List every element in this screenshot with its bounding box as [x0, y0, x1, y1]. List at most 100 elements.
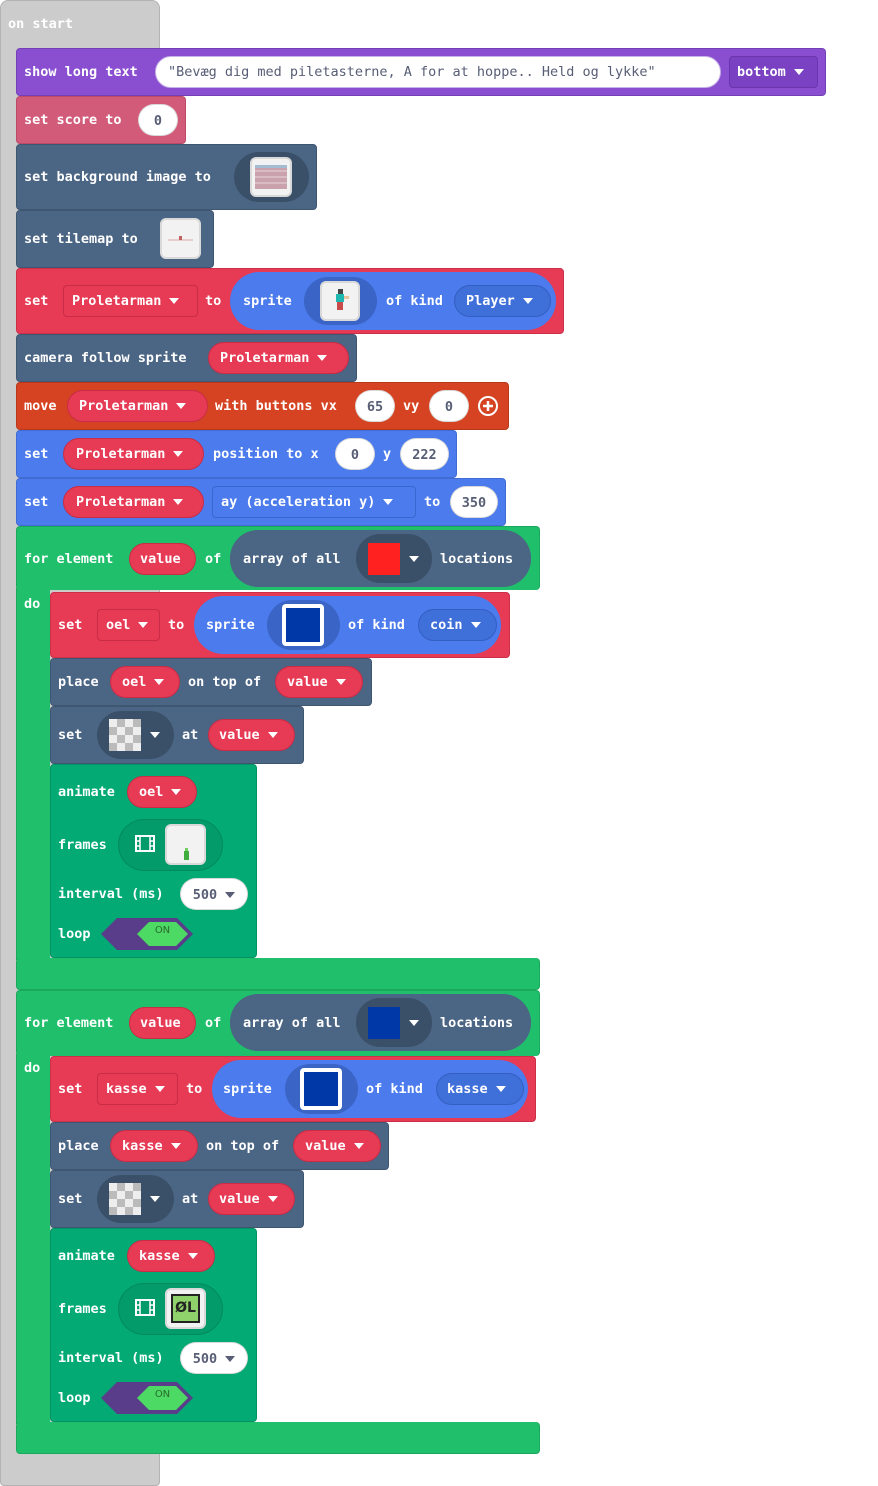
position-to-label: position to x: [213, 446, 319, 462]
dropdown-caret-icon: [225, 892, 236, 898]
text-position-value: bottom: [737, 64, 786, 80]
loop-1-arm: [16, 588, 50, 960]
plus-glyph-icon: [483, 401, 493, 411]
loop-2-arm: [16, 1054, 50, 1424]
position-y-label: y: [383, 446, 392, 462]
vx-input[interactable]: 65: [355, 390, 395, 422]
dropdown-caret-icon: [138, 622, 149, 628]
set-score-label: set score to: [24, 112, 122, 128]
loop-label-2: loop: [58, 1390, 91, 1406]
accel-property-value: ay (acceleration y): [221, 494, 376, 510]
move-label: move: [24, 398, 57, 414]
dropdown-caret-icon: [409, 556, 419, 562]
sprite-create-label-2: sprite: [206, 617, 255, 633]
set-sprite-to-label: to: [205, 293, 222, 309]
interval-dropdown-2[interactable]: 500: [180, 1342, 248, 1374]
red-tile-swatch: [368, 543, 400, 575]
position-variable-value: Proletarman: [76, 446, 166, 462]
array-of-all-label: array of all: [243, 551, 341, 567]
dropdown-caret-icon: [470, 622, 481, 628]
of-kind-label: of kind: [386, 293, 443, 309]
text-value: "Bevæg dig med piletasterne, A for at ho…: [168, 64, 656, 80]
array-of-all-label-2: array of all: [243, 1015, 341, 1031]
dropdown-caret-icon: [173, 451, 184, 457]
loop-2-footer: [16, 1422, 540, 1454]
loop-variable-text-2: value: [140, 1015, 181, 1031]
transparent-tile-icon: [109, 719, 141, 751]
dropdown-caret-icon: [169, 298, 180, 304]
dropdown-caret-icon: [267, 1196, 278, 1202]
set-accel-set-label: set: [24, 494, 49, 510]
of-label: of: [205, 551, 222, 567]
background-brick-icon: [255, 165, 287, 189]
locations-label: locations: [440, 551, 514, 567]
dropdown-caret-icon: [522, 298, 533, 304]
place-value-text: value: [287, 674, 328, 690]
loop-toggle-on-text: ON: [154, 925, 171, 936]
interval-value: 500: [192, 887, 218, 903]
camera-variable-value: Proletarman: [220, 350, 310, 366]
background-image-thumbnail: [250, 157, 292, 197]
accel-value-input[interactable]: 350: [450, 486, 498, 518]
interval-value-2: 500: [192, 1351, 218, 1367]
bottle-icon: [184, 848, 189, 860]
oel-variable-value: oel: [106, 617, 131, 633]
dropdown-caret-icon: [335, 679, 346, 685]
blue-tile-swatch: [368, 1007, 400, 1039]
blue-square-icon: [286, 608, 320, 642]
dropdown-caret-icon: [154, 679, 165, 685]
player-character-icon: [336, 289, 349, 310]
set-sprite-set-label: set: [24, 293, 49, 309]
dropdown-caret-icon: [495, 1086, 506, 1092]
accel-to-label: to: [424, 494, 441, 510]
position-x-input[interactable]: 0: [335, 438, 375, 470]
player-sprite-thumbnail: [320, 281, 360, 321]
loop-1-footer: [16, 958, 540, 990]
dropdown-caret-icon: [173, 499, 184, 505]
loop-label: loop: [58, 926, 91, 942]
on-start-label: on start: [8, 16, 74, 32]
dropdown-caret-icon: [150, 732, 160, 738]
sprite-kind-value: Player: [466, 293, 515, 309]
dropdown-caret-icon: [150, 1196, 160, 1202]
interval-label-2: interval (ms): [58, 1350, 164, 1366]
set-kasse-set-label: set: [58, 1081, 83, 1097]
dropdown-caret-icon: [383, 499, 394, 505]
film-strip-icon: [135, 1299, 155, 1316]
of-label-2: of: [205, 1015, 222, 1031]
show-long-text-label: show long text: [24, 64, 138, 80]
move-variable-value: Proletarman: [79, 398, 169, 414]
sprite-create-label: sprite: [243, 293, 292, 309]
loop-variable-text: value: [140, 551, 181, 567]
dropdown-caret-icon: [353, 1143, 364, 1149]
place-oel-value: oel: [122, 674, 147, 690]
animate-variable-value: oel: [139, 784, 164, 800]
tile-at-value-text-2: value: [219, 1191, 260, 1207]
interval-dropdown[interactable]: 500: [180, 878, 248, 910]
dropdown-caret-icon: [171, 789, 182, 795]
expand-plus-icon[interactable]: [478, 396, 498, 416]
tilemap-thumbnail[interactable]: [160, 218, 201, 259]
frames-label: frames: [58, 837, 107, 853]
accel-variable-value: Proletarman: [76, 494, 166, 510]
position-y-input[interactable]: 222: [400, 438, 449, 470]
set-tile-label: set: [58, 727, 83, 743]
set-tilemap-label: set tilemap to: [24, 231, 138, 247]
set-position-set-label: set: [24, 446, 49, 462]
at-label-2: at: [182, 1191, 199, 1207]
dropdown-caret-icon: [409, 1020, 419, 1026]
sprite-create-label-3: sprite: [223, 1081, 272, 1097]
for-element-label: for element: [24, 551, 114, 567]
of-kind-label-3: of kind: [366, 1081, 423, 1097]
vy-label: vy: [403, 398, 420, 414]
loop-toggle-on-text-2: ON: [154, 1389, 171, 1400]
set-oel-to-label: to: [168, 617, 185, 633]
score-value-input[interactable]: 0: [138, 104, 178, 136]
ol-crate-text: ØL: [175, 1300, 196, 1316]
bottle-frame-thumbnail: [165, 824, 206, 865]
place-kasse-value: kasse: [122, 1138, 163, 1154]
place-label: place: [58, 674, 99, 690]
set-oel-set-label: set: [58, 617, 83, 633]
vy-input[interactable]: 0: [429, 390, 469, 422]
dropdown-caret-icon: [225, 1356, 236, 1362]
